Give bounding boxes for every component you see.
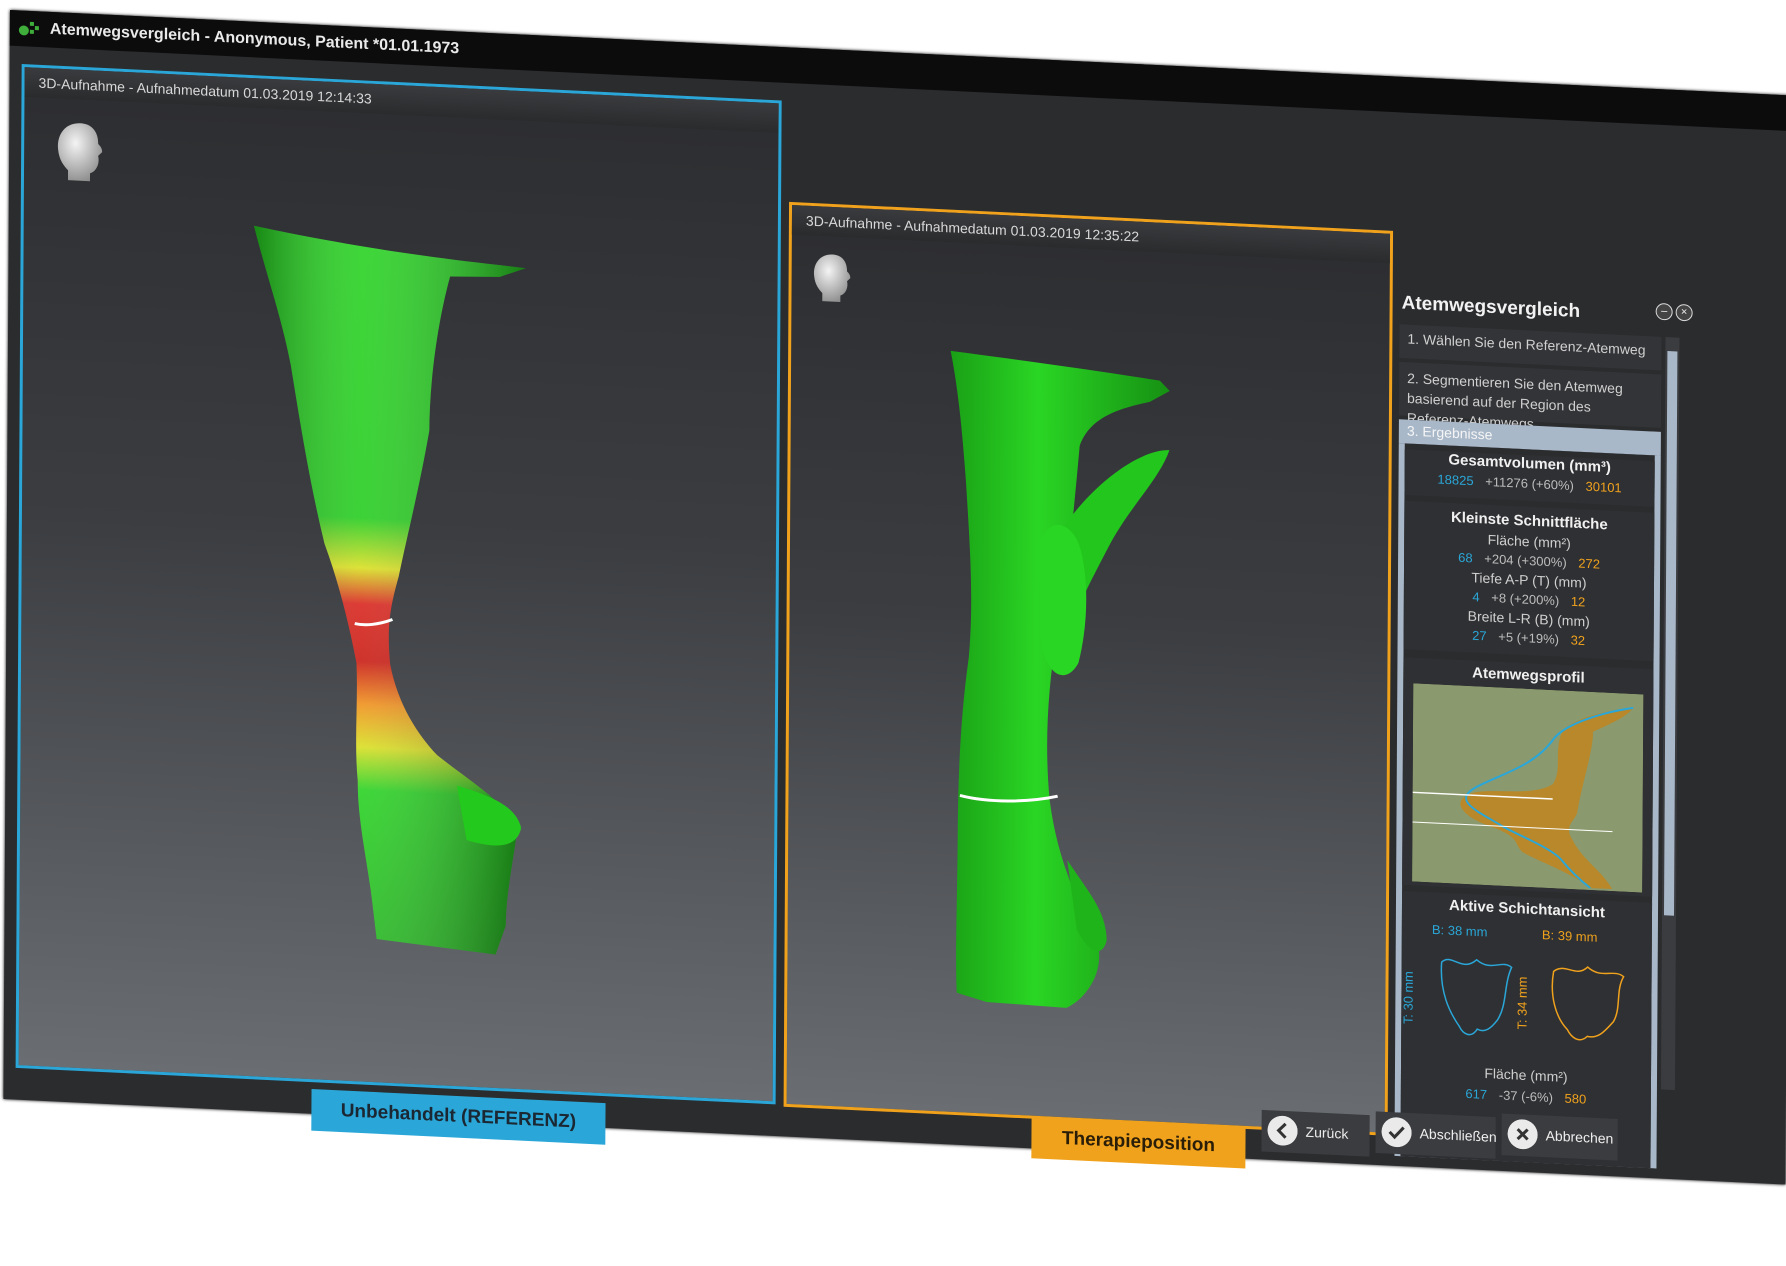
active-slice-title: Aktive Schichtansicht — [1448, 897, 1605, 922]
metric-ref: 4 — [1472, 589, 1480, 605]
viewport-reference[interactable]: 3D-Aufnahme - Aufnahmedatum 01.03.2019 1… — [15, 64, 782, 1105]
ref-width-label: B: 38 mm — [1431, 921, 1488, 940]
metric-ref: 27 — [1472, 627, 1487, 644]
ref-cross-section — [1440, 958, 1513, 1036]
comparison-panel: Atemwegsvergleich – × 1. Wählen Sie den … — [1388, 284, 1784, 1175]
total-volume-diff: +11276 (+60%) — [1485, 473, 1574, 494]
finish-button[interactable]: Abschließen — [1375, 1111, 1497, 1159]
total-volume-card: Gesamtvolumen (mm³) 18825 +11276 (+60%) … — [1404, 449, 1655, 507]
area-ref: 617 — [1465, 1085, 1488, 1102]
metric-diff: +5 (+19%) — [1498, 629, 1560, 647]
area-diff: -37 (-6%) — [1498, 1087, 1553, 1106]
total-volume-ref: 18825 — [1437, 471, 1474, 489]
step-2[interactable]: 2. Segmentieren Sie den Atemweg basieren… — [1398, 361, 1662, 432]
smallest-cross-section-card: Kleinste Schnittfläche Fläche (mm²) 68 +… — [1403, 500, 1655, 662]
metric-diff: +8 (+200%) — [1491, 590, 1560, 609]
airway-3d-model-reference[interactable] — [19, 97, 779, 1096]
app-logo-icon — [18, 21, 39, 36]
close-icon[interactable]: × — [1675, 303, 1693, 322]
therapy-width-label: B: 39 mm — [1541, 927, 1598, 945]
results-section: Gesamtvolumen (mm³) 18825 +11276 (+60%) … — [1394, 443, 1661, 1169]
ref-depth-label: T: 30 mm — [1400, 970, 1416, 1025]
airway-3d-model-therapy[interactable] — [787, 235, 1390, 1132]
minimize-icon[interactable]: – — [1655, 302, 1673, 321]
scroll-thumb[interactable] — [1663, 350, 1678, 916]
tab-reference[interactable]: Unbehandelt (REFERENZ) — [311, 1089, 606, 1145]
airway-profile-plot[interactable] — [1412, 683, 1644, 893]
area-therapy: 580 — [1564, 1090, 1587, 1107]
window-title: Atemwegsvergleich - Anonymous, Patient *… — [49, 20, 460, 58]
finish-label: Abschließen — [1419, 1125, 1497, 1145]
close-icon — [1507, 1118, 1538, 1150]
check-icon — [1381, 1116, 1412, 1148]
therapy-cross-section — [1551, 966, 1625, 1041]
airway-profile-card: Atemwegsprofil — [1402, 657, 1654, 897]
viewport-therapy[interactable]: 3D-Aufnahme - Aufnahmedatum 01.03.2019 1… — [783, 201, 1394, 1136]
metric-ref: 68 — [1458, 549, 1473, 566]
panel-title: Atemwegsvergleich — [1401, 292, 1581, 323]
metric-therapy: 272 — [1578, 555, 1601, 572]
back-button[interactable]: Zurück — [1261, 1109, 1370, 1157]
metric-therapy: 32 — [1570, 632, 1586, 649]
back-label: Zurück — [1305, 1123, 1349, 1142]
cancel-label: Abbrechen — [1545, 1127, 1614, 1147]
total-volume-therapy: 30101 — [1585, 478, 1622, 496]
cancel-button[interactable]: Abbrechen — [1501, 1113, 1618, 1161]
chevron-left-icon — [1267, 1115, 1298, 1147]
metric-therapy: 12 — [1570, 593, 1586, 610]
tab-therapy[interactable]: Therapieposition — [1031, 1116, 1246, 1169]
panel-scrollbar[interactable] — [1660, 337, 1680, 1091]
app-window: Atemwegsvergleich - Anonymous, Patient *… — [3, 10, 1786, 1185]
metric-diff: +204 (+300%) — [1484, 551, 1567, 570]
